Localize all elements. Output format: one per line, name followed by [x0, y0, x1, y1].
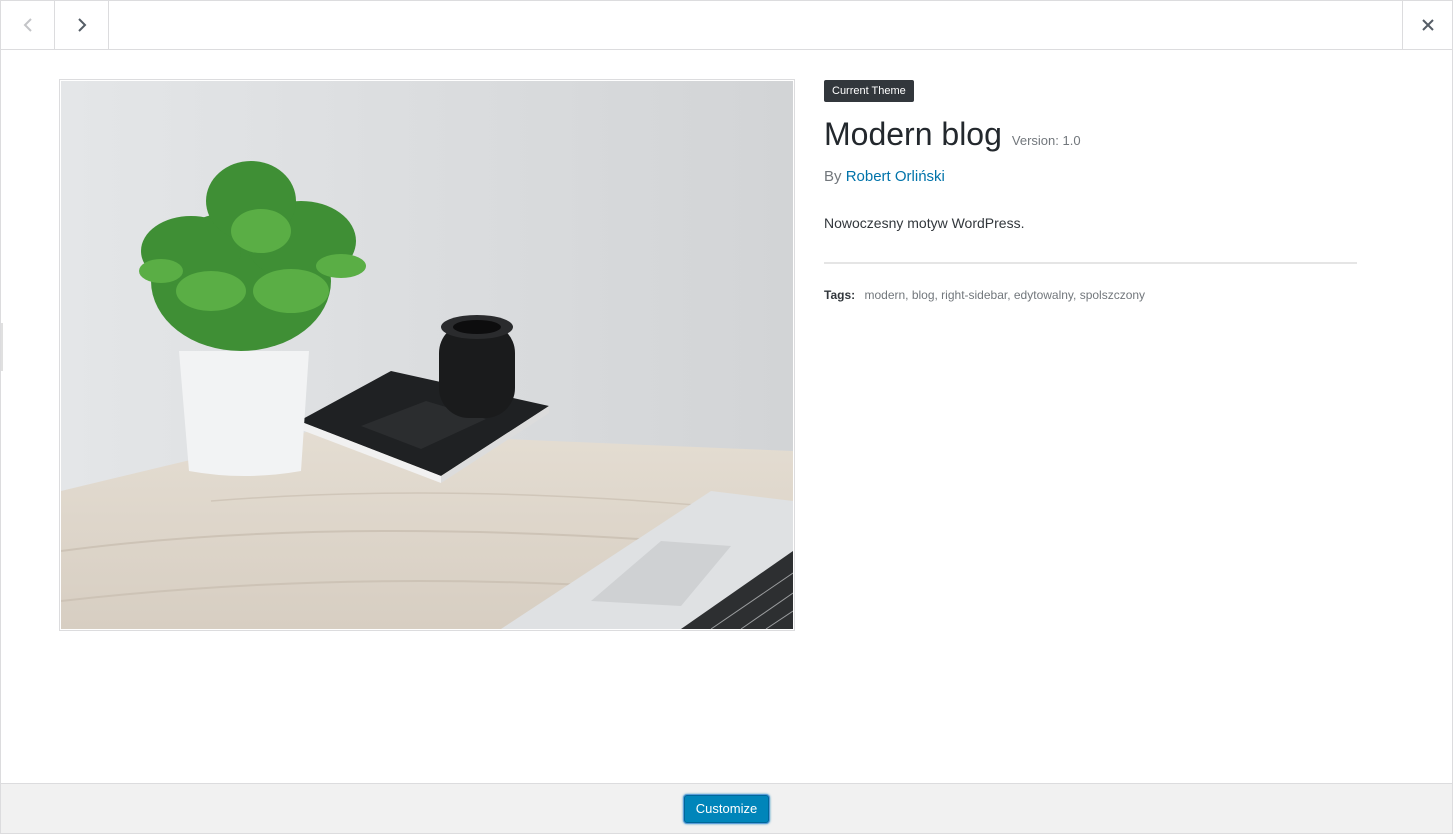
previous-theme-button[interactable]: [1, 1, 55, 49]
theme-name: Modern blog: [824, 116, 1002, 152]
modal-footer: Customize: [1, 783, 1452, 833]
tags-label: Tags:: [824, 288, 856, 302]
next-theme-button[interactable]: [55, 1, 109, 49]
theme-info: Current Theme Modern blog Version: 1.0 B…: [824, 80, 1357, 302]
modal-header: [1, 1, 1452, 50]
chevron-right-icon: [77, 18, 86, 32]
theme-screenshot: [59, 79, 795, 631]
chevron-left-icon: [23, 18, 32, 32]
divider: [824, 262, 1357, 264]
theme-title-row: Modern blog Version: 1.0: [824, 114, 1357, 154]
theme-description: Nowoczesny motyw WordPress.: [824, 215, 1025, 231]
theme-tags: Tags: modern, blog, right-sidebar, edyto…: [824, 288, 1357, 302]
theme-version: Version: 1.0: [1011, 133, 1081, 148]
theme-author: By Robert Orliński: [824, 168, 1357, 185]
edge-marker: [1, 323, 3, 371]
close-modal-button[interactable]: [1402, 1, 1452, 49]
current-theme-badge: Current Theme: [824, 80, 914, 102]
close-icon: [1421, 19, 1434, 31]
tags-list: modern, blog, right-sidebar, edytowalny,…: [864, 288, 1146, 302]
customize-button[interactable]: Customize: [683, 794, 770, 823]
theme-details-modal: Current Theme Modern blog Version: 1.0 B…: [0, 0, 1453, 834]
author-prefix: By: [824, 168, 842, 185]
author-link[interactable]: Robert Orliński: [846, 168, 945, 185]
screenshot-image: [61, 81, 793, 629]
